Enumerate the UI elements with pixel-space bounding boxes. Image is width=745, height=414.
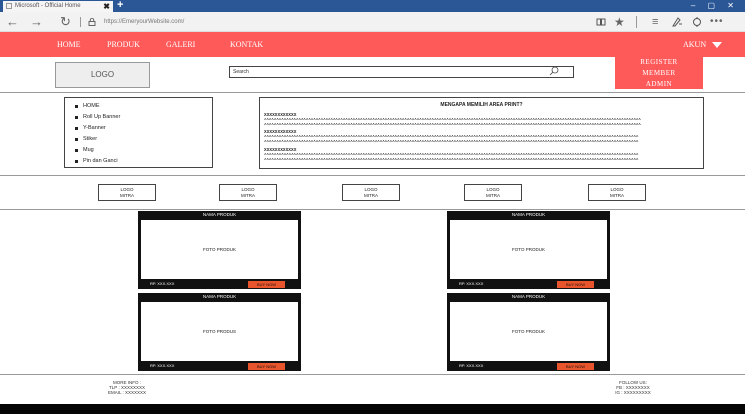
hub-icon[interactable]: ≡: [652, 12, 658, 32]
info-text: XXXXXXXXXXXXXXXXXXXXXXXXXXXXXXXXXXXXXXXX…: [264, 158, 639, 162]
product-name: NAMA PRODUK: [202, 212, 237, 217]
product-price: RP. XXX.XXX: [150, 363, 175, 368]
site-nav: HOME PRODUK GALERI KONTAK AKUN: [0, 32, 745, 57]
address-divider: [80, 17, 81, 27]
share-icon[interactable]: [692, 17, 702, 27]
tab-close-icon[interactable]: ✖: [103, 1, 110, 12]
partner-logo[interactable]: LOGO MITRA: [588, 184, 646, 201]
footer-email: EMAIL : XXXXXXX: [107, 390, 147, 395]
favorite-star-icon[interactable]: ★: [614, 12, 625, 32]
notes-icon[interactable]: [672, 17, 683, 27]
product-price: RP. XXX.XXX: [459, 363, 484, 368]
product-name: NAMA PRODUK: [511, 294, 546, 299]
footer-contact-info: MORE INFO : TLP : XXXXXXXX EMAIL : XXXXX…: [92, 380, 162, 395]
tab-favicon-icon: [6, 3, 12, 9]
footer-instagram[interactable]: IG : XXXXXXXXX: [598, 390, 668, 395]
back-icon[interactable]: ←: [6, 12, 19, 32]
site-logo[interactable]: LOGO: [55, 62, 150, 88]
partner-logo[interactable]: LOGO MITRA: [464, 184, 522, 201]
footer-bottom-bar: [0, 404, 745, 414]
search-icon[interactable]: [549, 66, 559, 76]
menu-item-mug[interactable]: Mug: [75, 147, 94, 153]
address-bar-row: ← → ↻ https://EmeryourWebsite.com/ ★ ≡ •…: [0, 12, 745, 32]
footer-social: FOLLOW US: FB : XXXXXXXX IG : XXXXXXXXX: [598, 380, 668, 395]
info-text: XXXXXXXXXXXXXXXXXXXXXXXXXXXXXXXXXXXXXXXX…: [264, 135, 639, 139]
menu-item-pin-dan-ganci[interactable]: Pin dan Ganci: [75, 158, 118, 164]
nav-home[interactable]: HOME: [57, 32, 81, 57]
forward-icon[interactable]: →: [30, 12, 43, 32]
tab-title: Microsoft - Official Home: [15, 3, 81, 9]
browser-tab-bar: Microsoft - Official Home ✖ + – ▢ ✕: [0, 0, 745, 12]
divider: [0, 209, 745, 210]
account-menu[interactable]: AKUN: [683, 40, 706, 49]
why-choose-us-box: MENGAPA MEMILIH AREA PRINT? XXXXXXXXXXXX…: [259, 97, 704, 169]
buy-now-button[interactable]: BUY NOW: [248, 281, 285, 288]
nav-galeri[interactable]: GALERI: [166, 32, 195, 57]
product-photo[interactable]: FOTO PRODUS: [141, 302, 298, 361]
product-name: NAMA PRODUK: [511, 212, 546, 217]
register-member-admin-button[interactable]: REGISTER MEMBER ADMIN: [615, 57, 703, 89]
partner-mitra-text: MITRA: [241, 193, 255, 198]
menu-item-y-banner[interactable]: Y-Banner: [75, 125, 106, 131]
product-photo[interactable]: FOTO PRODUK: [450, 302, 607, 361]
partner-logo[interactable]: LOGO MITRA: [219, 184, 277, 201]
menu-item-stiker[interactable]: Stiker: [74, 136, 97, 142]
menu-item-roll-up-banner[interactable]: Roll Up Banner: [74, 114, 120, 120]
product-photo[interactable]: FOTO PRODUK: [141, 220, 298, 279]
partner-mitra-text: MITRA: [120, 193, 134, 198]
toolbar-divider: [636, 16, 637, 28]
info-text: XXXXXXXXXXXXXXXXXXXXXXXXXXXXXXXXXXXXXXXX…: [264, 118, 641, 122]
divider: [0, 175, 745, 176]
url-field[interactable]: https://EmeryourWebsite.com/: [104, 12, 184, 32]
product-card[interactable]: NAMA PRODUK FOTO PRODUS RP. XXX.XXX BUY …: [138, 293, 301, 371]
partner-mitra-text: MITRA: [610, 193, 624, 198]
search-input[interactable]: Search: [229, 66, 574, 78]
divider: [0, 374, 745, 375]
product-name: NAMA PRODUK: [202, 294, 237, 299]
product-card[interactable]: NAMA PRODUK FOTO PRODUK RP. XXX.XXX BUY …: [138, 211, 301, 289]
info-text: XXXXXXXXXXXXXXXXXXXXXXXXXXXXXXXXXXXXXXXX…: [264, 153, 639, 157]
product-card[interactable]: NAMA PRODUK FOTO PRODUK RP. XXX.XXX BUY …: [447, 211, 610, 289]
admin-label: ADMIN: [645, 80, 673, 88]
nav-produk[interactable]: PRODUK: [107, 32, 140, 57]
register-label: REGISTER: [640, 58, 678, 66]
lock-icon: [88, 18, 96, 26]
partner-mitra-text: MITRA: [364, 193, 378, 198]
refresh-icon[interactable]: ↻: [60, 12, 71, 32]
buy-now-button[interactable]: BUY NOW: [248, 363, 285, 370]
info-title: MENGAPA MEMILIH AREA PRINT?: [440, 102, 523, 108]
category-menu: HOME Roll Up Banner Y-Banner Stiker Mug …: [64, 97, 213, 168]
menu-item-home[interactable]: HOME: [75, 103, 100, 109]
member-label: MEMBER: [642, 69, 676, 77]
nav-kontak[interactable]: KONTAK: [230, 32, 263, 57]
product-price: RP. XXX.XXX: [459, 281, 484, 286]
reading-view-icon[interactable]: [596, 18, 606, 26]
more-icon[interactable]: •••: [710, 12, 724, 32]
product-price: RP. XXX.XXX: [150, 281, 175, 286]
browser-tab[interactable]: Microsoft - Official Home ✖: [3, 1, 113, 12]
chevron-down-icon[interactable]: [712, 42, 722, 48]
partner-mitra-text: MITRA: [486, 193, 500, 198]
divider: [0, 92, 745, 93]
window-controls[interactable]: – ▢ ✕: [691, 0, 739, 12]
buy-now-button[interactable]: BUY NOW: [557, 363, 594, 370]
product-photo[interactable]: FOTO PRODUK: [450, 220, 607, 279]
info-text: XXXXXXXXXXXXXXXXXXXXXXXXXXXXXXXXXXXXXXXX…: [264, 140, 639, 144]
buy-now-button[interactable]: BUY NOW: [557, 281, 594, 288]
partner-logo[interactable]: LOGO MITRA: [342, 184, 400, 201]
info-text: XXXXXXXXXXXXXXXXXXXXXXXXXXXXXXXXXXXXXXXX…: [264, 123, 641, 127]
product-card[interactable]: NAMA PRODUK FOTO PRODUK RP. XXX.XXX BUY …: [447, 293, 610, 371]
new-tab-button[interactable]: +: [117, 0, 127, 12]
partner-logo[interactable]: LOGO MITRA: [98, 184, 156, 201]
